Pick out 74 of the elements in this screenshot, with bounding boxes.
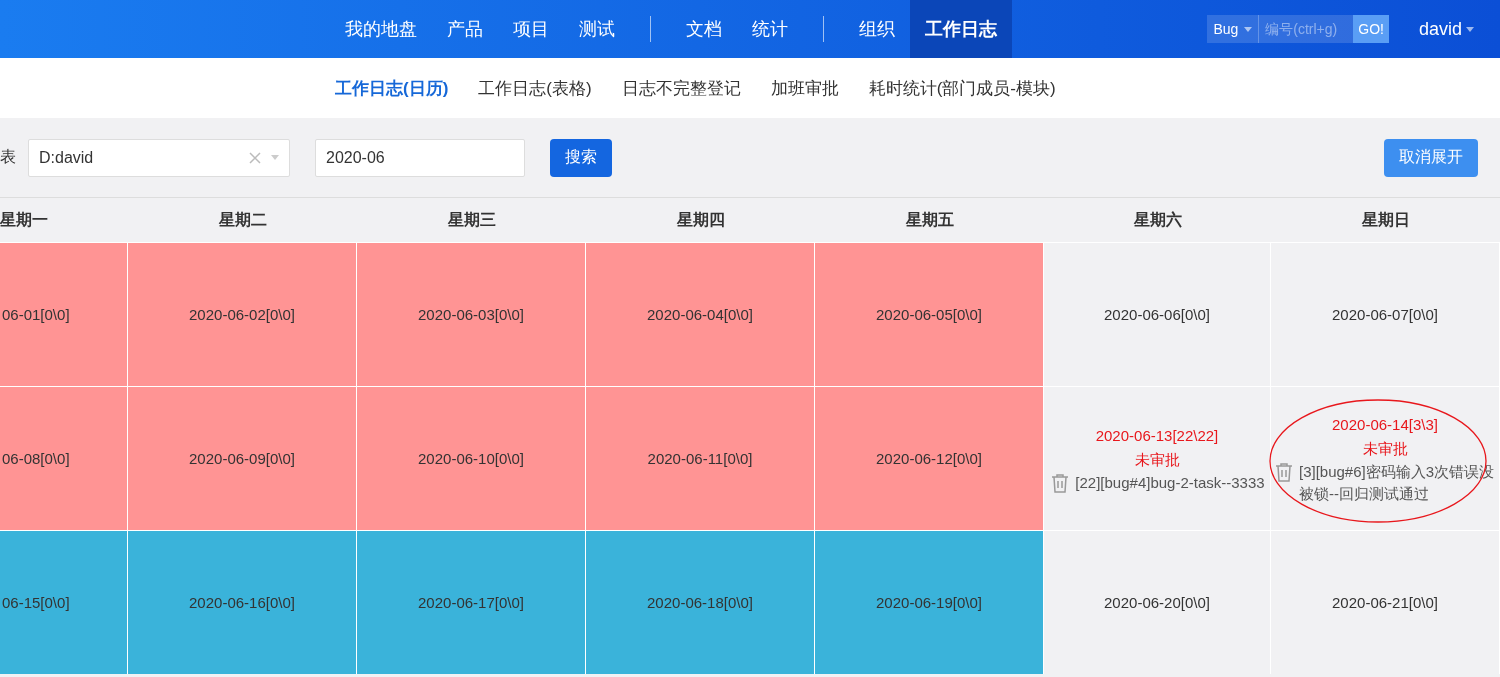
weekday-header: 星期四 <box>675 209 726 230</box>
day-cell[interactable]: 06-15[0\0] <box>0 530 128 674</box>
day-cell[interactable]: 2020-06-10[0\0] <box>357 386 586 530</box>
weekday-header: 星期三 <box>446 209 497 230</box>
day-date: 2020-06-10[0\0] <box>418 448 524 469</box>
sub-nav-tab[interactable]: 日志不完整登记 <box>606 76 756 100</box>
weekday-header: 星期六 <box>1132 209 1183 230</box>
day-date: 2020-06-07[0\0] <box>1332 304 1438 325</box>
day-date: 2020-06-02[0\0] <box>189 304 295 325</box>
weekday-header: 星期日 <box>1360 209 1411 230</box>
day-cell[interactable]: 2020-06-17[0\0] <box>357 530 586 674</box>
user-select[interactable]: D:david <box>28 138 290 177</box>
approval-status: 未审批 <box>1134 449 1180 470</box>
day-cell[interactable]: 2020-06-16[0\0] <box>128 530 357 674</box>
weekday-header: 星期五 <box>904 209 955 230</box>
day-date: 2020-06-19[0\0] <box>876 592 982 613</box>
day-date: 2020-06-03[0\0] <box>418 304 524 325</box>
day-date: 2020-06-05[0\0] <box>876 304 982 325</box>
day-date: 06-08[0\0] <box>2 448 70 469</box>
sub-nav-tab[interactable]: 耗时统计(部门成员-模块) <box>853 76 1071 100</box>
nav-tab[interactable]: 组织 <box>844 0 910 58</box>
day-cell[interactable]: 2020-06-07[0\0] <box>1271 242 1500 386</box>
sub-nav-tab[interactable]: 加班审批 <box>755 76 854 100</box>
day-cell[interactable]: 2020-06-18[0\0] <box>586 530 815 674</box>
trash-icon[interactable] <box>1273 460 1295 483</box>
day-date: 2020-06-14[3\3] <box>1332 414 1438 435</box>
day-date: 2020-06-06[0\0] <box>1104 304 1210 325</box>
day-cell[interactable]: 2020-06-04[0\0] <box>586 242 815 386</box>
log-entry[interactable]: [22][bug#4]bug-2-task--3333 <box>1075 471 1265 494</box>
approval-status: 未审批 <box>1362 438 1408 459</box>
nav-tab[interactable]: 项目 <box>498 0 564 58</box>
nav-tab[interactable]: 产品 <box>432 0 498 58</box>
day-date: 2020-06-12[0\0] <box>876 448 982 469</box>
day-date: 2020-06-13[22\22] <box>1095 425 1219 446</box>
clear-icon[interactable] <box>249 151 261 164</box>
day-cell[interactable]: 2020-06-12[0\0] <box>815 386 1044 530</box>
day-date: 06-15[0\0] <box>2 592 70 613</box>
sub-nav-tab[interactable]: 工作日志(日历) <box>320 76 464 100</box>
day-cell[interactable]: 2020-06-09[0\0] <box>128 386 357 530</box>
day-cell[interactable]: 2020-06-19[0\0] <box>815 530 1044 674</box>
nav-tab[interactable]: 统计 <box>737 0 803 58</box>
nav-tab[interactable]: 我的地盘 <box>330 0 432 58</box>
nav-tab[interactable]: 工作日志 <box>910 0 1012 58</box>
day-date: 2020-06-17[0\0] <box>418 592 524 613</box>
day-date: 2020-06-21[0\0] <box>1332 592 1438 613</box>
day-cell[interactable]: 2020-06-21[0\0] <box>1271 530 1500 674</box>
day-cell[interactable]: 2020-06-11[0\0] <box>586 386 815 530</box>
day-date: 2020-06-16[0\0] <box>189 592 295 613</box>
month-field[interactable]: 2020-06 <box>315 138 525 177</box>
weekday-header: 星期二 <box>217 209 268 230</box>
day-cell[interactable]: 06-01[0\0] <box>0 242 128 386</box>
collapse-button[interactable]: 取消展开 <box>1384 138 1478 177</box>
day-date: 2020-06-11[0\0] <box>647 448 753 469</box>
day-cell[interactable]: 06-08[0\0] <box>0 386 128 530</box>
weekday-header: 星期一 <box>0 209 49 230</box>
day-date: 2020-06-04[0\0] <box>647 304 753 325</box>
search-button[interactable]: 搜索 <box>550 138 612 177</box>
day-cell[interactable]: 2020-06-02[0\0] <box>128 242 357 386</box>
day-cell[interactable]: 2020-06-05[0\0] <box>815 242 1044 386</box>
filter-label: 表 <box>0 147 16 167</box>
nav-tab[interactable]: 测试 <box>564 0 630 58</box>
day-date: 2020-06-09[0\0] <box>189 448 295 469</box>
day-cell[interactable]: 2020-06-06[0\0] <box>1044 242 1271 386</box>
day-date: 2020-06-18[0\0] <box>647 592 753 613</box>
day-cell[interactable]: 2020-06-20[0\0] <box>1044 530 1271 674</box>
type-select[interactable]: Bug <box>1207 15 1260 43</box>
caret-icon <box>271 155 279 160</box>
day-date: 2020-06-20[0\0] <box>1104 592 1210 613</box>
nav-tab[interactable]: 文档 <box>671 0 737 58</box>
sub-nav-tab[interactable]: 工作日志(表格) <box>463 76 607 100</box>
day-date: 06-01[0\0] <box>2 304 70 325</box>
user-menu[interactable]: david <box>1412 0 1480 58</box>
day-cell[interactable]: 2020-06-13[22\22] 未审批 [22][bug#4]bug-2-task--3333 <box>1044 386 1271 530</box>
day-cell[interactable]: 2020-06-03[0\0] <box>357 242 586 386</box>
